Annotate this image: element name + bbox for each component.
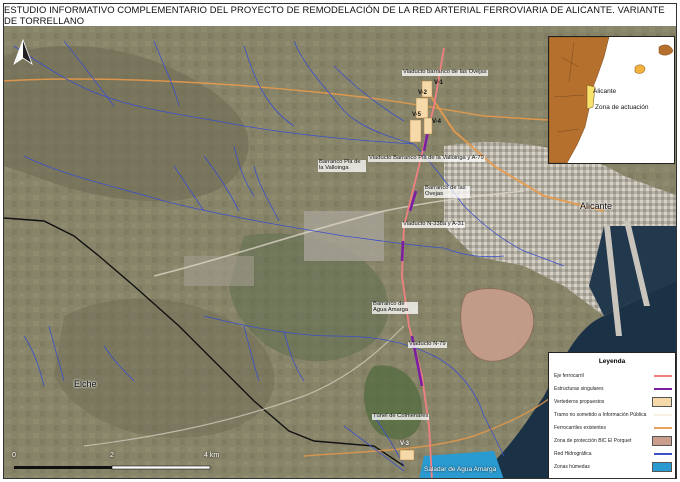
legend-item-label: Ferrocarriles existentes <box>554 425 606 431</box>
legend-symbol <box>652 397 672 407</box>
vertedero-v5 <box>409 119 422 143</box>
legend-item: Tramo no sometido a Información Pública <box>554 410 672 420</box>
legend-symbol <box>652 436 672 446</box>
legend-item: Red Hidrográfica <box>554 449 672 459</box>
inset-map-graphic <box>549 37 674 163</box>
scale-label-0: 0 <box>12 452 16 459</box>
tag-v3: V-3 <box>400 441 410 447</box>
label-city-alicante: Alicante <box>580 201 613 211</box>
legend-item-label: Vertederos propuestos <box>554 399 605 405</box>
legend-symbol <box>652 462 672 472</box>
location-inset-map: Alicante Zona de actuación <box>548 36 675 164</box>
label-viaducto-valloinga: Viaducto Barranco Pla de la Valloinga y … <box>368 155 485 162</box>
north-arrow-icon <box>13 38 33 66</box>
legend-item-label: Zona de protección BIC El Porquet <box>554 438 632 444</box>
map-legend: Leyenda Eje ferrocarril Estructuras singu… <box>548 352 676 478</box>
legend-item: Estructuras singulares <box>554 384 672 394</box>
legend-item: Zona de protección BIC El Porquet <box>554 436 672 446</box>
industrial-area <box>184 256 254 286</box>
label-barranco-agua-amarga: Barranco de Agua Amarga <box>372 301 418 314</box>
tag-v4: V-4 <box>432 119 442 125</box>
legend-title: Leyenda <box>598 358 626 365</box>
scale-label-2: 2 <box>110 452 114 459</box>
map-frame: ESTUDIO INFORMATIVO COMPLEMENTARIO DEL P… <box>3 3 677 479</box>
tag-v2: V-2 <box>418 90 428 96</box>
label-viaducto-ovejas: Viaducto barranco de las Ovejas <box>402 69 488 76</box>
map-area: Viaducto barranco de las Ovejas Barranco… <box>4 26 676 478</box>
legend-item-label: Red Hidrográfica <box>554 451 592 457</box>
legend-item: Eje ferrocarril <box>554 371 672 381</box>
legend-item: Zonas húmedas <box>554 462 672 472</box>
legend-item: Vertederos propuestos <box>554 397 672 407</box>
legend-symbol <box>654 414 672 416</box>
legend-symbol <box>654 453 672 455</box>
legend-item-label: Estructuras singulares <box>554 386 604 392</box>
vertedero-v3 <box>399 449 415 461</box>
label-tunel-colmenares: Túnel de Colmenares <box>372 413 430 420</box>
map-title: ESTUDIO INFORMATIVO COMPLEMENTARIO DEL P… <box>4 4 676 27</box>
singular-structure <box>400 240 405 262</box>
label-barranco-ovejas: Barranco de las Ovejas <box>424 185 470 198</box>
label-viaducto-n79: Viaducto N-79 <box>408 341 447 348</box>
label-viaducto-n338: Viaducto N-338a y A-31 <box>402 221 466 228</box>
legend-item-label: Eje ferrocarril <box>554 373 584 379</box>
legend-item-label: Zonas húmedas <box>554 464 590 470</box>
inset-label-alicante: Alicante <box>593 88 617 95</box>
legend-item-label: Tramo no sometido a Información Pública <box>554 412 647 418</box>
label-barranco-valloinga: Barranco Pla de la Valloinga <box>318 159 366 172</box>
tag-v5: V-5 <box>412 112 422 118</box>
label-saladar: Saladar de Agua Amarga <box>424 466 497 473</box>
vertedero-v4 <box>423 117 433 135</box>
scale-label-4km: 4 km <box>204 452 220 459</box>
scale-bar: 0 2 4 km <box>12 452 232 478</box>
label-city-elche: Elche <box>74 379 97 389</box>
legend-symbol <box>654 427 672 429</box>
legend-symbol <box>654 375 672 377</box>
scale-bar-graphic <box>14 465 211 470</box>
legend-item: Ferrocarriles existentes <box>554 423 672 433</box>
inset-label-zona: Zona de actuación <box>595 104 649 111</box>
tag-v1: V-1 <box>434 80 444 86</box>
legend-symbol <box>654 388 672 390</box>
